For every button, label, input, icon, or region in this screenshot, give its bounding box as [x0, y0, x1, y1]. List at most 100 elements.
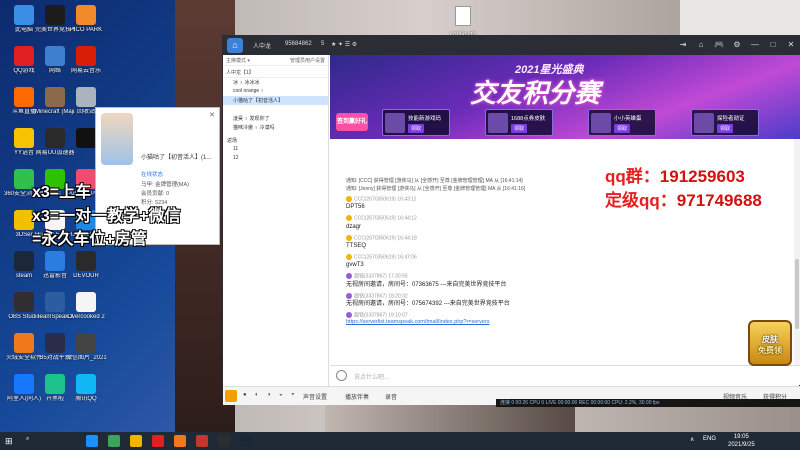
sub-channel-header[interactable]: 返场	[223, 136, 328, 145]
channel-user-item[interactable]: 凌昊 ♀ 发现你了	[223, 114, 328, 123]
taskbar-app-icon[interactable]	[86, 435, 98, 447]
message-time: 16:44:18	[397, 234, 417, 241]
message-author[interactable]: CCC(2670350619)	[354, 216, 396, 222]
message-author[interactable]: 面铭(3337867)	[354, 274, 387, 280]
admin-settings-link[interactable]: 管理员用户设置	[290, 57, 325, 64]
emoji-icon[interactable]	[336, 370, 347, 381]
channel-user-item[interactable]: 冰 ♀ 冰冰冰	[223, 78, 328, 87]
channel-user-item[interactable]: 猫咪冷傲 ♀ 冷漠吗	[223, 123, 328, 132]
taskbar-app-icon[interactable]	[130, 435, 142, 447]
taskbar-app-icon[interactable]	[240, 435, 252, 447]
effect-icon[interactable]: ◓	[291, 392, 295, 398]
title-bar: ⌂ 人中龙 95684862 5 ★ ✦ ☰ ⚙ ⇥ ⌂ 🎮 ⚙ — □ ✕	[223, 36, 799, 55]
app-icon	[14, 292, 34, 312]
sub-channel-item[interactable]: 11	[223, 145, 328, 154]
sub-channel-item[interactable]: 12	[223, 154, 328, 163]
close-button[interactable]: ✕	[785, 39, 797, 51]
chat-scrollbar[interactable]	[794, 139, 800, 365]
file-icon-config[interactable]: config.cfg	[448, 6, 478, 38]
user-badge-icon	[346, 311, 352, 318]
qq-group-text: qq群：191259603	[605, 167, 745, 186]
accompaniment-button[interactable]: 播放伴奏	[345, 392, 369, 401]
reward-card[interactable]: 小小英雄蛋 领取	[588, 109, 656, 136]
reward-icon	[591, 113, 611, 133]
message-author[interactable]: 面铭(3337867)	[354, 293, 387, 299]
claim-button[interactable]: 领取	[717, 124, 734, 133]
headset-icon[interactable]: ◑	[267, 392, 271, 398]
tray-chevron-icon[interactable]: ∧	[690, 436, 694, 443]
message-body: gvwT3	[346, 262, 364, 269]
chat-message: CCC(2670350619) 16:44:18 TTSEQ	[336, 234, 787, 251]
home-button[interactable]: ⌂	[695, 39, 707, 51]
app-icon	[14, 210, 34, 230]
message-input[interactable]: 说点什么吧...	[330, 365, 800, 385]
taskbar-app-icon[interactable]	[218, 435, 230, 447]
skin-promo-badge[interactable]: 皮肤 免费领	[748, 320, 792, 366]
music-icon[interactable]: ◒	[279, 392, 283, 398]
app-icon	[45, 5, 65, 25]
chat-message: 面铭(3337867) 17:30:55 无视房间邀请，房间号：07363675 …	[336, 273, 787, 289]
user-badge-icon	[346, 253, 352, 260]
message-time: 16:44:12	[397, 215, 417, 222]
message-author[interactable]: CCC(2670350619)	[354, 254, 396, 260]
message-body: dzagr	[346, 223, 362, 230]
sound-settings-button[interactable]: 声音设置	[303, 392, 327, 401]
reward-card[interactable]: 1688点券皮肤 领取	[485, 109, 553, 136]
user-count: 5	[321, 41, 325, 47]
claim-button[interactable]: 领取	[408, 124, 425, 133]
settings-icon[interactable]: ⚙	[731, 39, 743, 51]
taskbar-app-icon[interactable]	[174, 435, 186, 447]
panel-tools: 主席模式 ▾ 管理员用户设置	[223, 55, 328, 66]
game-icon[interactable]: 🎮	[713, 39, 725, 51]
channel-user-item[interactable]: 小猫咕了【初音活人】	[223, 96, 328, 105]
message-link[interactable]: https://serverlist.teamspeak.com/tmall/i…	[346, 319, 787, 325]
desktop-icon[interactable]: 腾讯QQ	[66, 374, 106, 422]
message-author[interactable]: 面铭(3337867)	[354, 312, 387, 318]
app-icon	[14, 128, 34, 148]
reward-card[interactable]: 探险者勋证 领取	[691, 109, 759, 136]
message-body: 无视房间邀请，房间号：075674392 ---来自完美世界竞技平台	[346, 300, 510, 307]
signin-button[interactable]: 签到赢好礼	[336, 113, 368, 131]
volume-icon[interactable]: ◐	[255, 392, 259, 398]
document-icon	[455, 6, 471, 26]
message-author[interactable]: CCC(2670350619)	[354, 196, 396, 202]
app-icon	[76, 374, 96, 394]
search-icon[interactable]: ⌕	[26, 436, 29, 443]
app-icon	[45, 128, 65, 148]
chat-message: CCC(2670350619) 16:44:12 dzagr	[336, 215, 787, 231]
language-indicator[interactable]: ENG	[703, 436, 716, 442]
share-icon[interactable]: ⇥	[677, 39, 689, 51]
home-icon[interactable]: ⌂	[227, 38, 243, 53]
app-icon	[76, 87, 96, 107]
record-button[interactable]: 录音	[385, 392, 397, 401]
voice-chat-window: ⌂ 人中龙 95684862 5 ★ ✦ ☰ ⚙ ⇥ ⌂ 🎮 ⚙ — □ ✕ 主…	[222, 35, 800, 405]
mode-select[interactable]: 主席模式 ▾	[226, 58, 250, 64]
channel-user-item[interactable]: cool orange ♀	[223, 87, 328, 96]
claim-button[interactable]: 领取	[511, 124, 528, 133]
app-icon	[45, 87, 65, 107]
app-icon	[45, 46, 65, 66]
obs-status-bar: 连接 0 00:26 CPU 0 LIVE 00:00:00 REC 00:00…	[496, 399, 800, 407]
clock[interactable]: 19:05 2021/9/25	[728, 433, 755, 449]
chat-message: 面铭(3337867) 19:10:07 https://serverlist.t…	[336, 311, 787, 325]
user-badge-icon	[346, 273, 352, 280]
channel-header[interactable]: 人中龙【1】	[223, 66, 328, 78]
channel-user-item[interactable]	[223, 105, 328, 114]
mic-icon[interactable]: ●	[243, 392, 247, 398]
taskbar-app-icon[interactable]	[152, 435, 164, 447]
windows-start-icon[interactable]: ⊞	[5, 436, 15, 446]
overlay-line-1: x3=上车	[32, 184, 92, 201]
maximize-button[interactable]: □	[767, 39, 779, 51]
event-banner[interactable]: 2021星光盛典 交友积分赛 签到赢好礼 技能新游戏码 领取 1688点券皮肤 领取小…	[330, 55, 800, 139]
star-icon[interactable]: ★ ✦ ☰ ⚙	[331, 41, 357, 48]
reward-icon	[488, 113, 508, 133]
minimize-button[interactable]: —	[749, 39, 761, 51]
channel-list-panel: 主席模式 ▾ 管理员用户设置 人中龙【1】 冰 ♀ 冰冰冰 cool orange…	[223, 55, 329, 387]
taskbar-app-icon[interactable]	[196, 435, 208, 447]
app-icon	[14, 251, 34, 271]
close-icon[interactable]: ✕	[209, 111, 215, 119]
message-author[interactable]: CCC(2670350619)	[354, 235, 396, 241]
taskbar-app-icon[interactable]	[108, 435, 120, 447]
reward-card[interactable]: 技能新游戏码 领取	[382, 109, 450, 136]
claim-button[interactable]: 领取	[614, 124, 631, 133]
